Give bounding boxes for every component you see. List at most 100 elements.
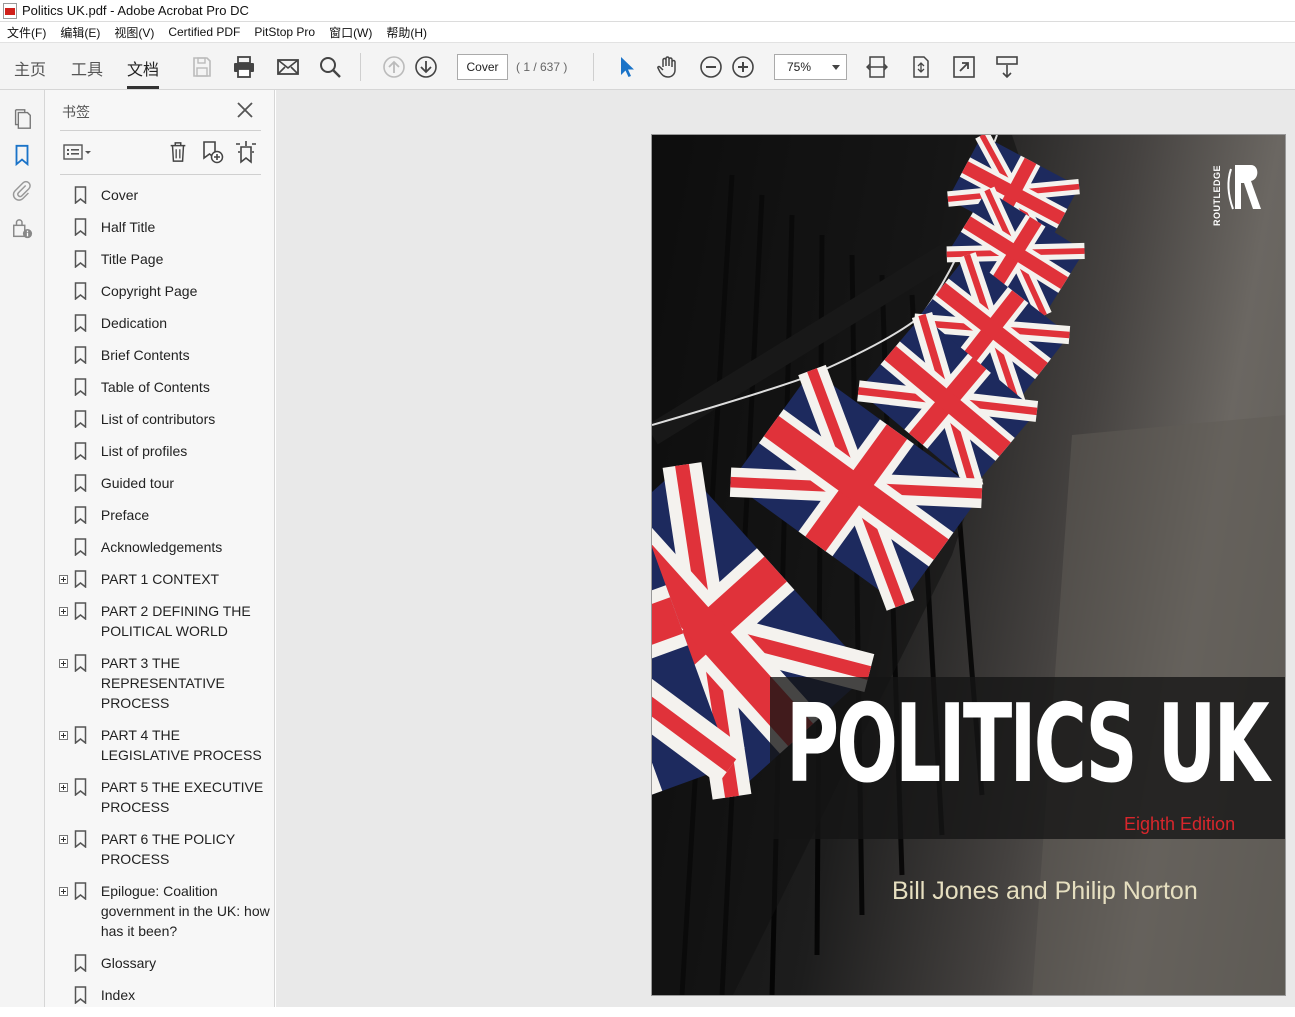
bookmark-tag-icon [236,141,256,164]
options-list-icon [63,144,91,160]
hand-icon [657,56,676,78]
bookmark-label: List of contributors [100,411,216,427]
tab-home[interactable]: 主页 [14,56,46,80]
expand-placeholder [58,185,70,205]
add-bookmark-icon [203,141,224,164]
page-thumbnails-button[interactable] [9,106,35,132]
menu-view[interactable]: 视图(V) [107,24,161,41]
select-tool-button[interactable] [612,53,640,81]
fit-page-button[interactable] [907,53,935,81]
navigation-rail [0,90,45,1007]
toolbar-divider [360,53,361,81]
scroll-mode-button[interactable] [993,53,1021,81]
expand-toggle-icon[interactable] [58,777,70,797]
menu-help[interactable]: 帮助(H) [379,24,434,41]
bookmark-icon [74,473,88,493]
main-toolbar: 主页 工具 文档 Cover ( 1 / 637 ) 75% [0,42,1295,90]
delete-bookmark-button[interactable] [166,140,190,164]
bookmark-item[interactable]: Cover [55,185,270,205]
bookmark-item[interactable]: Preface [55,505,270,525]
hand-tool-button[interactable] [654,53,682,81]
print-button[interactable] [230,53,258,81]
bookmarks-panel: 书签 Cover Half Title Title Page Copyright Pa… [45,90,275,1007]
bookmark-item[interactable]: Table of Contents [55,377,270,397]
new-bookmark-button[interactable] [199,140,225,164]
bookmark-item[interactable]: Copyright Page [55,281,270,301]
expand-toggle-icon[interactable] [58,881,70,901]
zoom-value: 75% [787,60,812,74]
close-icon[interactable] [235,100,255,120]
expand-placeholder [58,953,70,973]
save-button[interactable] [188,53,216,81]
bookmark-item[interactable]: PART 1 CONTEXT [55,569,270,589]
expand-placeholder [58,249,70,269]
zoom-in-button[interactable] [729,53,757,81]
zoom-out-button[interactable] [697,53,725,81]
expand-toggle-icon[interactable] [58,829,70,849]
bookmark-label: Glossary [100,955,157,971]
attachments-button[interactable] [9,178,35,204]
bookmark-item[interactable]: Half Title [55,217,270,237]
fit-page-icon [913,56,929,78]
menu-window[interactable]: 窗口(W) [322,24,379,41]
tab-document[interactable]: 文档 [127,56,160,89]
expand-placeholder [58,441,70,461]
bookmark-item[interactable]: PART 6 THE POLICY PROCESS [55,829,270,869]
menu-certified-pdf[interactable]: Certified PDF [161,25,247,39]
bookmark-item[interactable]: Acknowledgements [55,537,270,557]
tab-tools[interactable]: 工具 [71,56,103,80]
bookmark-item[interactable]: Index [55,985,270,1005]
lock-document-icon [13,219,33,239]
bookmark-item[interactable]: PART 3 THE REPRESENTATIVE PROCESS [55,653,270,713]
menu-file[interactable]: 文件(F) [0,24,53,41]
pages-icon [14,109,31,129]
expand-toggle-icon[interactable] [58,569,70,589]
bookmark-item[interactable]: Title Page [55,249,270,269]
bookmarks-panel-button[interactable] [9,142,35,168]
scroll-mode-icon [996,56,1018,79]
bookmark-item[interactable]: Guided tour [55,473,270,493]
fit-width-button[interactable] [863,53,891,81]
bookmark-icon [74,313,88,333]
bookmark-options-button[interactable] [62,140,94,164]
bookmark-item[interactable]: PART 4 THE LEGISLATIVE PROCESS [55,725,270,765]
bookmark-item[interactable]: Epilogue: Coalition government in the UK… [55,881,270,941]
expand-placeholder [58,313,70,333]
security-info-button[interactable] [9,216,35,242]
previous-page-button[interactable] [380,53,408,81]
bookmark-item[interactable]: PART 2 DEFINING THE POLITICAL WORLD [55,601,270,641]
email-button[interactable] [274,53,302,81]
expand-placeholder [58,345,70,365]
bookmark-item[interactable]: Glossary [55,953,270,973]
menu-edit[interactable]: 编辑(E) [53,24,107,41]
search-icon [320,57,341,78]
expand-bookmark-button[interactable] [233,140,259,164]
zoom-select[interactable]: 75% [774,54,847,80]
expand-placeholder [58,217,70,237]
bookmark-item[interactable]: List of contributors [55,409,270,429]
next-page-button[interactable] [412,53,440,81]
search-button[interactable] [316,53,344,81]
full-screen-button[interactable] [950,53,978,81]
bookmark-item[interactable]: Brief Contents [55,345,270,365]
expand-toggle-icon[interactable] [58,601,70,621]
toolbar-divider [593,53,594,81]
bookmark-item[interactable]: List of profiles [55,441,270,461]
bookmark-icon [15,144,29,166]
expand-toggle-icon[interactable] [58,725,70,745]
book-title: POLITICS UK [786,682,1270,807]
bookmark-icon [74,953,88,973]
page-number-input[interactable]: Cover [457,54,508,80]
bookmark-label: PART 4 THE LEGISLATIVE PROCESS [100,727,262,763]
menu-pitstop-pro[interactable]: PitStop Pro [247,25,322,39]
bookmark-label: PART 1 CONTEXT [100,571,220,587]
bookmark-label: PART 6 THE POLICY PROCESS [100,831,235,867]
bookmark-list: Cover Half Title Title Page Copyright Page D… [55,185,270,1017]
bookmark-item[interactable]: PART 5 THE EXECUTIVE PROCESS [55,777,270,817]
bookmark-item[interactable]: Dedication [55,313,270,333]
routledge-logo-icon [1227,165,1261,210]
pdf-cover-page: ROUTLEDGE POLITICS UK Eighth Edition Bil… [651,134,1286,996]
bookmark-label: Guided tour [100,475,175,491]
expand-toggle-icon[interactable] [58,653,70,673]
bookmark-icon [74,601,88,621]
